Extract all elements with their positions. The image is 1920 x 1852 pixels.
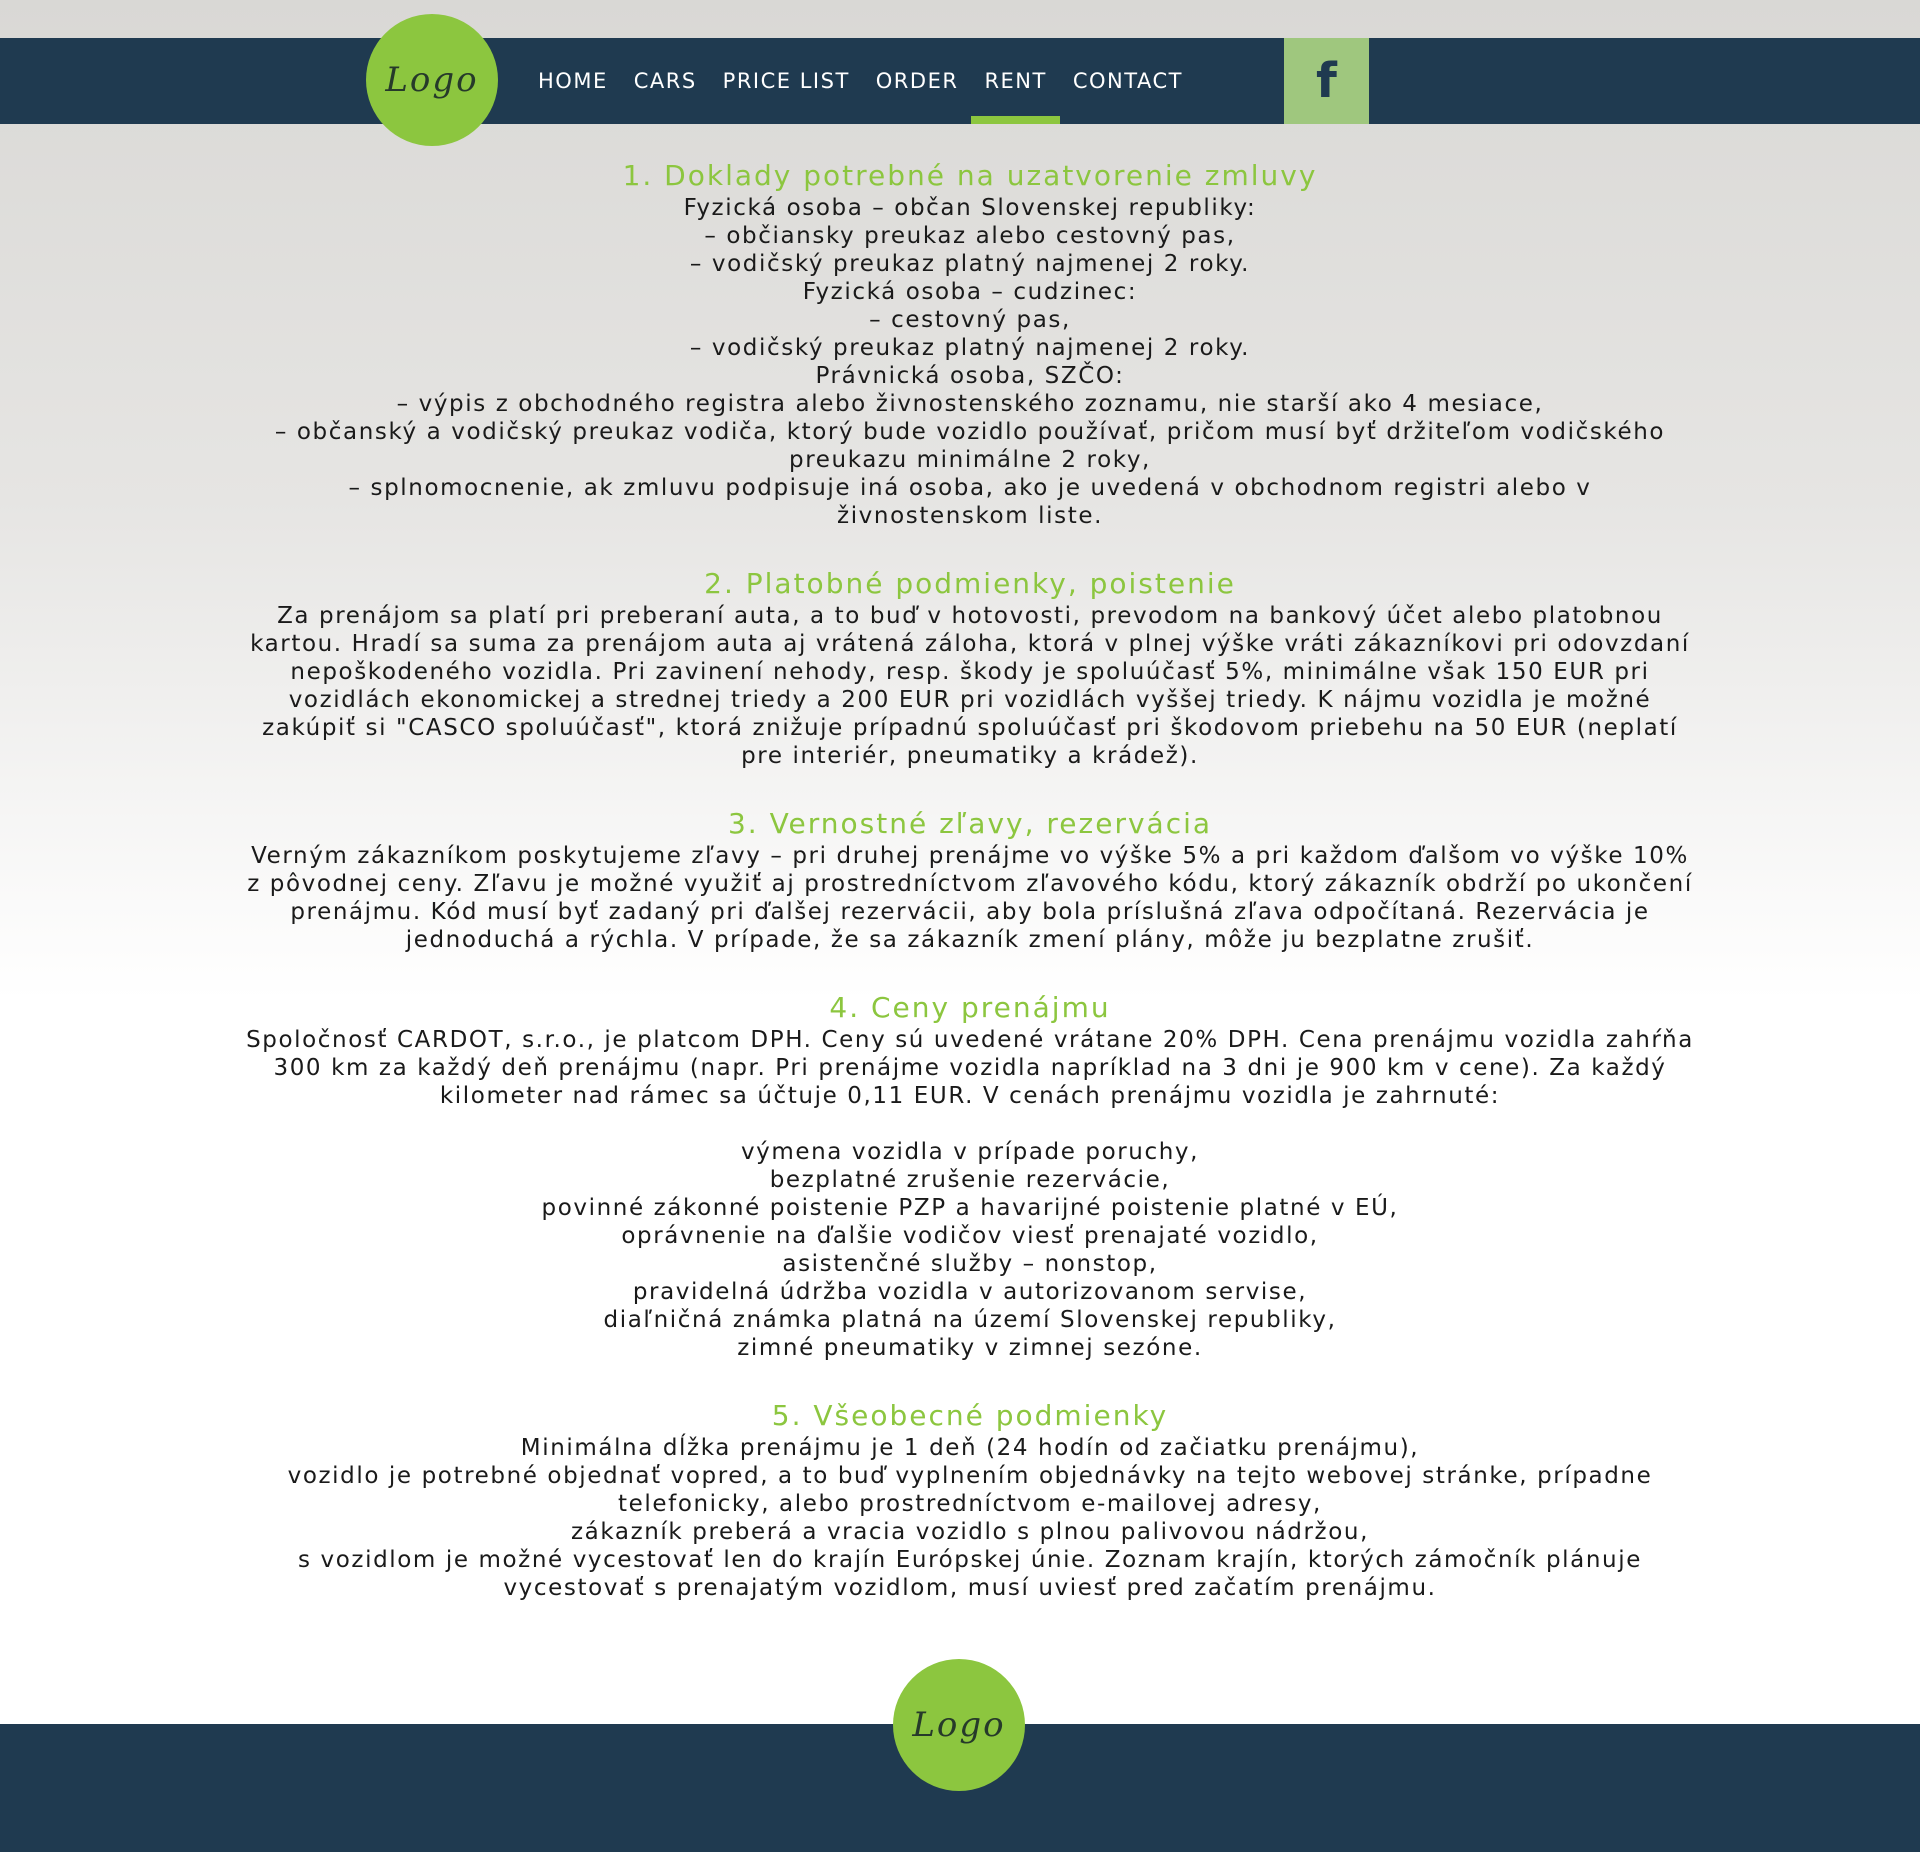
text-line: oprávnenie na ďalšie vodičov viesť prena… bbox=[621, 1223, 1319, 1249]
section-loyalty: 3. Vernostné zľavy, rezervácia Verným zá… bbox=[110, 806, 1830, 954]
section-payment: 2. Platobné podmienky, poistenie Za pren… bbox=[110, 566, 1830, 770]
text-line: Za prenájom sa platí pri preberaní auta,… bbox=[277, 603, 1663, 629]
text-line: kartou. Hradí sa suma za prenájom auta a… bbox=[250, 631, 1690, 657]
main-nav: HOME CARS PRICE LIST ORDER RENT CONTACT bbox=[525, 38, 1196, 124]
text-line: prenájmu. Kód musí byť zadaný pri ďalšej… bbox=[290, 899, 1650, 925]
section-body: Fyzická osoba – občan Slovenskej republi… bbox=[110, 194, 1830, 530]
text-line: nepoškodeného vozidla. Pri zavinení neho… bbox=[290, 659, 1650, 685]
text-line: jednoduchá a rýchla. V prípade, že sa zá… bbox=[405, 927, 1535, 953]
section-body: Minimálna dĺžka prenájmu je 1 deň (24 ho… bbox=[110, 1434, 1830, 1602]
text-line: zakúpiť si "CASCO spoluúčasť", ktorá zni… bbox=[262, 715, 1678, 741]
text-line: výmena vozidla v prípade poruchy, bbox=[740, 1139, 1200, 1165]
text-line: zákazník preberá a vracia vozidlo s plno… bbox=[571, 1519, 1369, 1545]
text-line: preukazu minimálne 2 roky, bbox=[789, 447, 1151, 473]
section-body: Spoločnosť CARDOT, s.r.o., je platcom DP… bbox=[110, 1026, 1830, 1362]
nav-rent[interactable]: RENT bbox=[971, 38, 1061, 124]
section-body: Za prenájom sa platí pri preberaní auta,… bbox=[110, 602, 1830, 770]
text-line: živnostenskom liste. bbox=[837, 503, 1103, 529]
footer-logo-text: Logo bbox=[912, 1705, 1006, 1745]
text-line: vozidlo je potrebné objednať vopred, a t… bbox=[287, 1463, 1653, 1489]
text-line: – cestovný pas, bbox=[869, 307, 1071, 333]
text-line: pre interiér, pneumatiky a krádež). bbox=[741, 743, 1199, 769]
facebook-icon-label: f bbox=[1316, 53, 1337, 109]
text-line: bezplatné zrušenie rezervácie, bbox=[769, 1167, 1171, 1193]
nav-cars[interactable]: CARS bbox=[621, 38, 710, 124]
section-prices: 4. Ceny prenájmu Spoločnosť CARDOT, s.r.… bbox=[110, 990, 1830, 1362]
text-line: diaľničná známka platná na území Slovens… bbox=[603, 1307, 1337, 1333]
text-line: Právnická osoba, SZČO: bbox=[815, 363, 1125, 389]
text-line: 300 km za každý deň prenájmu (napr. Pri … bbox=[273, 1055, 1667, 1081]
text-line: vycestovať s prenajatým vozidlom, musí u… bbox=[503, 1575, 1437, 1601]
text-line: Verným zákazníkom poskytujeme zľavy – pr… bbox=[251, 843, 1689, 869]
rental-terms-content: 1. Doklady potrebné na uzatvorenie zmluv… bbox=[110, 158, 1830, 1638]
header-logo-text: Logo bbox=[385, 60, 479, 100]
text-line: Fyzická osoba – občan Slovenskej republi… bbox=[683, 195, 1257, 221]
nav-home[interactable]: HOME bbox=[525, 38, 621, 124]
section-title: 1. Doklady potrebné na uzatvorenie zmluv… bbox=[622, 159, 1318, 192]
section-title: 3. Vernostné zľavy, rezervácia bbox=[727, 807, 1213, 840]
text-line: – občanský a vodičský preukaz vodiča, kt… bbox=[274, 419, 1666, 445]
text-line: pravidelná údržba vozidla v autorizovano… bbox=[632, 1279, 1308, 1305]
section-title: 2. Platobné podmienky, poistenie bbox=[704, 567, 1236, 600]
text-line: Spoločnosť CARDOT, s.r.o., je platcom DP… bbox=[246, 1027, 1694, 1053]
facebook-icon[interactable]: f bbox=[1284, 38, 1369, 124]
section-general-conditions: 5. Všeobecné podmienky Minimálna dĺžka p… bbox=[110, 1398, 1830, 1602]
text-line: povinné zákonné poistenie PZP a havarijn… bbox=[541, 1195, 1399, 1221]
text-line: zimné pneumatiky v zimnej sezóne. bbox=[737, 1335, 1203, 1361]
text-line: telefonicky, alebo prostredníctvom e-mai… bbox=[618, 1491, 1322, 1517]
section-title: 5. Všeobecné podmienky bbox=[771, 1399, 1169, 1432]
text-line: s vozidlom je možné vycestovať len do kr… bbox=[298, 1547, 1642, 1573]
section-body: Verným zákazníkom poskytujeme zľavy – pr… bbox=[110, 842, 1830, 954]
nav-contact[interactable]: CONTACT bbox=[1060, 38, 1196, 124]
text-line: – občiansky preukaz alebo cestovný pas, bbox=[704, 223, 1236, 249]
text-line: vozidlách ekonomickej a strednej triedy … bbox=[288, 687, 1652, 713]
nav-order[interactable]: ORDER bbox=[863, 38, 972, 124]
header-logo[interactable]: Logo bbox=[366, 14, 498, 146]
text-line: – splnomocnenie, ak zmluvu podpisuje iná… bbox=[348, 475, 1592, 501]
text-line: z pôvodnej ceny. Zľavu je možné využiť a… bbox=[247, 871, 1693, 897]
nav-price-list[interactable]: PRICE LIST bbox=[710, 38, 863, 124]
section-title: 4. Ceny prenájmu bbox=[829, 991, 1111, 1024]
text-line: Minimálna dĺžka prenájmu je 1 deň (24 ho… bbox=[520, 1435, 1420, 1461]
text-line: – vodičský preukaz platný najmenej 2 rok… bbox=[689, 251, 1251, 277]
text-line: Fyzická osoba – cudzinec: bbox=[802, 279, 1138, 305]
text-line: – výpis z obchodného registra alebo živn… bbox=[396, 391, 1544, 417]
footer-logo[interactable]: Logo bbox=[893, 1659, 1025, 1791]
section-documents: 1. Doklady potrebné na uzatvorenie zmluv… bbox=[110, 158, 1830, 530]
text-line: kilometer nad rámec sa účtuje 0,11 EUR. … bbox=[439, 1083, 1501, 1109]
text-line: – vodičský preukaz platný najmenej 2 rok… bbox=[689, 335, 1251, 361]
text-line: asistenčné služby – nonstop, bbox=[782, 1251, 1158, 1277]
